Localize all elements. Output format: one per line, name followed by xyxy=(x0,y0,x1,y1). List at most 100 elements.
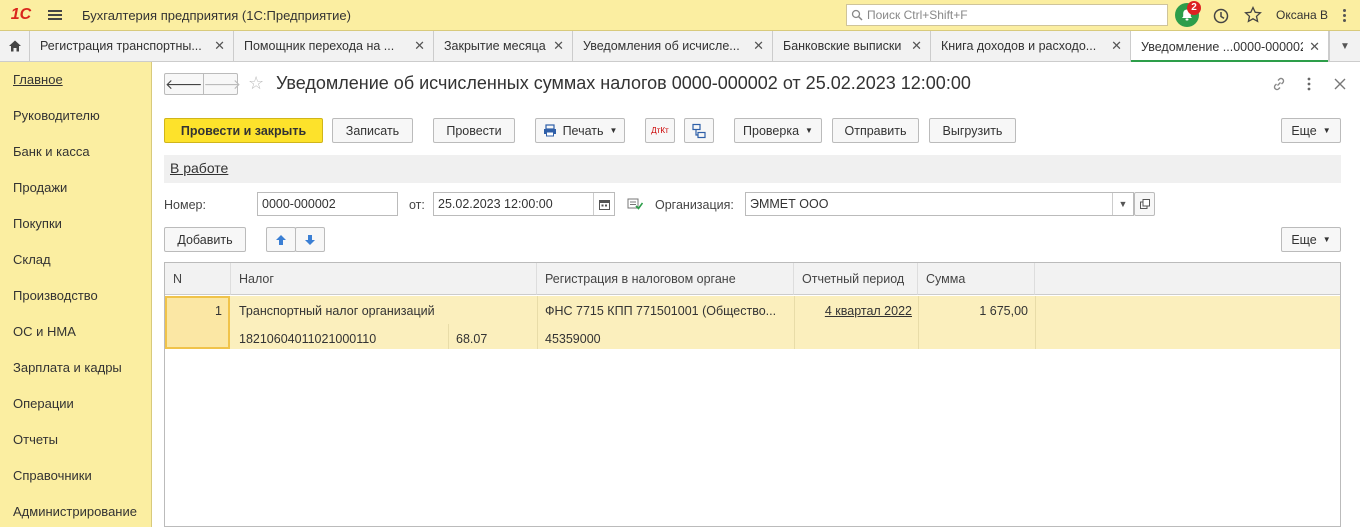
sidebar-item-reports[interactable]: Отчеты xyxy=(0,422,151,458)
status-link[interactable]: В работе xyxy=(170,160,228,176)
close-icon[interactable]: ✕ xyxy=(214,38,225,54)
account-cell[interactable]: 68.07 xyxy=(456,332,531,346)
tab-transport-registration[interactable]: Регистрация транспортны... ✕ xyxy=(30,31,234,61)
close-icon[interactable]: ✕ xyxy=(414,38,425,54)
sidebar-item-main[interactable]: Главное xyxy=(0,62,151,98)
number-field[interactable]: 0000-000002 xyxy=(257,192,398,216)
row-number-cell[interactable]: 1 xyxy=(165,296,230,349)
oktmo-cell[interactable]: 45359000 xyxy=(545,332,790,346)
chevron-down-icon: ▼ xyxy=(805,126,813,135)
forward-button[interactable]: 🡒 xyxy=(202,74,241,94)
favorites-button[interactable] xyxy=(1243,5,1263,25)
open-organization-button[interactable] xyxy=(1134,192,1155,216)
sidebar-item-sales[interactable]: Продажи xyxy=(0,170,151,206)
sidebar-item-operations[interactable]: Операции xyxy=(0,386,151,422)
arrow-left-icon: 🡐 xyxy=(165,75,203,92)
export-button[interactable]: Выгрузить xyxy=(929,118,1016,143)
back-button[interactable]: 🡐 xyxy=(165,74,203,94)
close-icon[interactable]: ✕ xyxy=(911,38,922,54)
tab-income-book[interactable]: Книга доходов и расходо... ✕ xyxy=(931,31,1131,61)
tax-name-cell[interactable]: Транспортный налог организаций xyxy=(239,304,529,318)
post-and-close-button[interactable]: Провести и закрыть xyxy=(164,118,323,143)
star-icon xyxy=(1244,5,1262,23)
more-vertical-icon[interactable] xyxy=(1300,75,1318,93)
print-button[interactable]: Печать ▼ xyxy=(535,118,625,143)
history-button[interactable] xyxy=(1211,6,1231,26)
home-icon xyxy=(8,40,21,52)
sidebar-item-fixed-assets[interactable]: ОС и НМА xyxy=(0,314,151,350)
date-label: от: xyxy=(409,198,425,212)
search-input[interactable]: Поиск Ctrl+Shift+F xyxy=(846,4,1168,26)
sidebar-item-bank-cash[interactable]: Банк и касса xyxy=(0,134,151,170)
history-nav: 🡐 🡒 xyxy=(164,73,241,95)
more-menu-button[interactable] xyxy=(1334,5,1354,25)
add-row-button[interactable]: Добавить xyxy=(164,227,246,252)
date-field[interactable]: 25.02.2023 12:00:00 xyxy=(433,192,615,216)
move-down-button[interactable] xyxy=(295,227,325,252)
related-documents-button[interactable] xyxy=(684,118,714,143)
column-header-period[interactable]: Отчетный период xyxy=(794,263,918,295)
period-cell[interactable]: 4 квартал 2022 xyxy=(794,304,912,318)
chevron-down-icon: ▼ xyxy=(1340,40,1350,52)
chevron-down-icon: ▼ xyxy=(1322,235,1331,244)
chevron-down-icon[interactable]: ▼ xyxy=(1112,193,1133,215)
close-icon[interactable]: ✕ xyxy=(753,38,764,54)
calendar-icon[interactable] xyxy=(593,193,614,215)
sections-panel: Главное Руководителю Банк и касса Продаж… xyxy=(0,62,152,527)
add-to-favorites-icon[interactable]: ☆ xyxy=(248,73,264,94)
arrow-down-icon xyxy=(305,234,315,245)
more-label: Еще xyxy=(1291,123,1317,138)
tab-month-closing[interactable]: Закрытие месяца ✕ xyxy=(434,31,573,61)
main-menu-button[interactable] xyxy=(44,0,66,31)
tab-tax-notifications[interactable]: Уведомления об исчисле... ✕ xyxy=(573,31,773,61)
column-header-tax[interactable]: Налог xyxy=(231,263,537,295)
sidebar-item-payroll[interactable]: Зарплата и кадры xyxy=(0,350,151,386)
structure-icon xyxy=(692,123,706,138)
tab-transition-assistant[interactable]: Помощник перехода на ... ✕ xyxy=(234,31,434,61)
sidebar-item-warehouse[interactable]: Склад xyxy=(0,242,151,278)
check-button[interactable]: Проверка ▼ xyxy=(734,118,822,143)
save-button[interactable]: Записать xyxy=(332,118,413,143)
organization-value: ЭММЕТ ООО xyxy=(750,197,829,211)
dt-kt-icon: ДтКт xyxy=(651,126,669,135)
close-icon[interactable]: ✕ xyxy=(1111,38,1122,54)
table-more-label: Еще xyxy=(1291,232,1317,247)
sum-cell[interactable]: 1 675,00 xyxy=(918,304,1028,318)
sidebar-item-administration[interactable]: Администрирование xyxy=(0,494,151,527)
organization-label: Организация: xyxy=(655,198,734,212)
chevron-down-icon: ▼ xyxy=(609,126,618,135)
post-button[interactable]: Провести xyxy=(433,118,515,143)
organization-field[interactable]: ЭММЕТ ООО ▼ xyxy=(745,192,1134,216)
close-icon[interactable]: ✕ xyxy=(1309,39,1320,55)
page-title: Уведомление об исчисленных суммах налого… xyxy=(276,73,971,93)
register-icon[interactable] xyxy=(627,197,644,214)
move-up-button[interactable] xyxy=(266,227,296,252)
table-more-button[interactable]: Еще ▼ xyxy=(1281,227,1341,252)
tabs-dropdown-button[interactable]: ▼ xyxy=(1329,31,1360,61)
print-label: Печать xyxy=(562,123,604,138)
column-header-sum[interactable]: Сумма xyxy=(918,263,1035,295)
more-actions-button[interactable]: Еще ▼ xyxy=(1281,118,1341,143)
column-header-registration[interactable]: Регистрация в налоговом органе xyxy=(537,263,794,295)
send-button[interactable]: Отправить xyxy=(832,118,919,143)
registration-cell[interactable]: ФНС 7715 КПП 771501001 (Общество... xyxy=(545,304,790,318)
close-form-icon[interactable] xyxy=(1331,75,1349,93)
row-number: 1 xyxy=(215,304,222,318)
taxes-table: N Налог Регистрация в налоговом органе О… xyxy=(164,262,1341,527)
sidebar-item-catalogs[interactable]: Справочники xyxy=(0,458,151,494)
column-header-n[interactable]: N xyxy=(165,263,231,295)
kbk-cell[interactable]: 18210604011021000110 xyxy=(239,332,439,346)
sidebar-item-manager[interactable]: Руководителю xyxy=(0,98,151,134)
user-name[interactable]: Оксана В xyxy=(1276,8,1328,22)
sidebar-item-purchases[interactable]: Покупки xyxy=(0,206,151,242)
sidebar-item-production[interactable]: Производство xyxy=(0,278,151,314)
link-icon[interactable] xyxy=(1270,75,1288,93)
tab-current-notification[interactable]: Уведомление ...0000-000002 ✕ xyxy=(1131,31,1329,62)
tab-bank-statements[interactable]: Банковские выписки ✕ xyxy=(773,31,931,61)
table-row[interactable]: 1 Транспортный налог организаций 1821060… xyxy=(165,296,1340,349)
date-value: 25.02.2023 12:00:00 xyxy=(438,197,553,211)
app-logo: 1С xyxy=(10,6,32,23)
dt-kt-button[interactable]: ДтКт xyxy=(645,118,675,143)
close-icon[interactable]: ✕ xyxy=(553,38,564,54)
home-tab[interactable] xyxy=(0,31,30,61)
